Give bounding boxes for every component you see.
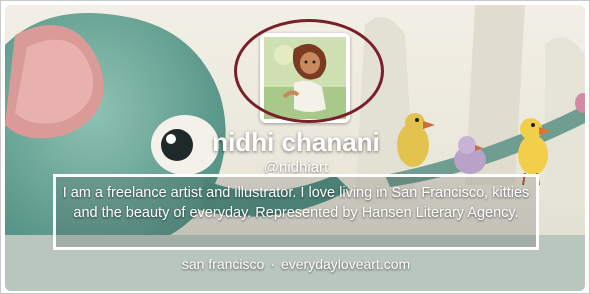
profile-card: nidhi chanani @nidhiart I am a freelance… bbox=[0, 0, 590, 294]
annotation-bio-box: I am a freelance artist and illustrator.… bbox=[53, 174, 539, 250]
profile-meta: san francisco · everydayloveart.com bbox=[1, 256, 589, 272]
profile-name: nidhi chanani bbox=[212, 127, 380, 157]
profile-bio: I am a freelance artist and illustrator.… bbox=[62, 185, 530, 221]
profile-url-link[interactable]: everydayloveart.com bbox=[281, 256, 410, 272]
profile-location: san francisco bbox=[181, 256, 265, 272]
meta-separator: · bbox=[270, 256, 275, 272]
annotation-ellipse bbox=[234, 19, 384, 123]
